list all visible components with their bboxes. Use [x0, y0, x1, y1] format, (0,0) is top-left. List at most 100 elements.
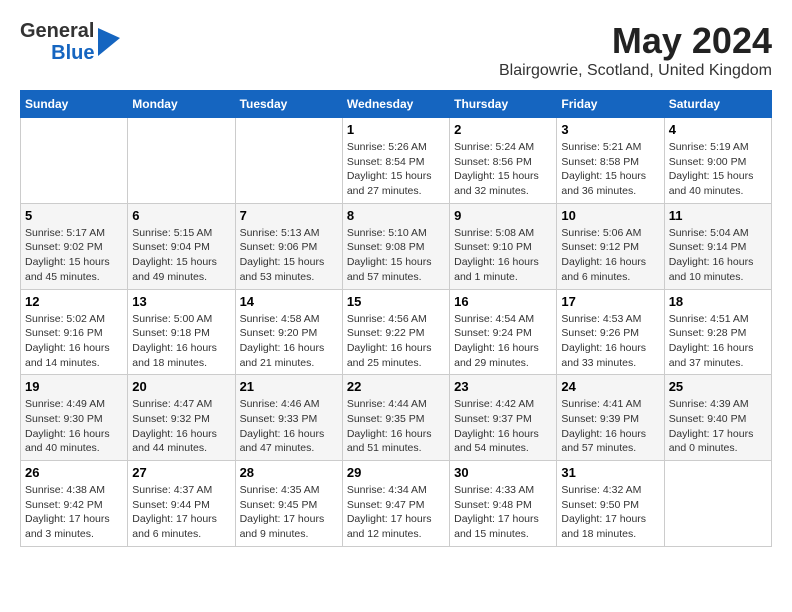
day-number: 10 — [561, 208, 659, 223]
calendar-cell: 3 Sunrise: 5:21 AM Sunset: 8:58 PM Daylig… — [557, 118, 664, 204]
day-header-tuesday: Tuesday — [235, 91, 342, 118]
day-number: 31 — [561, 465, 659, 480]
day-info: Sunrise: 4:41 AM Sunset: 9:39 PM Dayligh… — [561, 397, 659, 456]
calendar-cell: 31Sunrise: 4:32 AM Sunset: 9:50 PM Dayli… — [557, 461, 664, 547]
location: Blairgowrie, Scotland, United Kingdom — [499, 62, 772, 80]
day-number: 30 — [454, 465, 552, 480]
day-info: Sunrise: 4:56 AM Sunset: 9:22 PM Dayligh… — [347, 312, 445, 371]
day-info: Sunrise: 4:58 AM Sunset: 9:20 PM Dayligh… — [240, 312, 338, 371]
day-number: 21 — [240, 379, 338, 394]
calendar-cell: 10 Sunrise: 5:06 AM Sunset: 9:12 PM Dayli… — [557, 203, 664, 289]
logo-icon — [98, 28, 120, 56]
day-info: Sunrise: 5:00 AM Sunset: 9:18 PM Dayligh… — [132, 312, 230, 371]
calendar-cell: 22 Sunrise: 4:44 AM Sunset: 9:35 PM Dayli… — [342, 375, 449, 461]
calendar-cell: 25 Sunrise: 4:39 AM Sunset: 9:40 PM Dayli… — [664, 375, 771, 461]
day-info: Sunrise: 4:51 AM Sunset: 9:28 PM Dayligh… — [669, 312, 767, 371]
day-header-monday: Monday — [128, 91, 235, 118]
calendar-cell — [664, 461, 771, 547]
calendar-cell: 8 Sunrise: 5:10 AM Sunset: 9:08 PM Daylig… — [342, 203, 449, 289]
day-number: 20 — [132, 379, 230, 394]
logo-blue: Blue — [51, 42, 94, 64]
day-number: 18 — [669, 294, 767, 309]
day-header-saturday: Saturday — [664, 91, 771, 118]
day-info: Sunrise: 4:34 AM Sunset: 9:47 PM Dayligh… — [347, 483, 445, 542]
calendar-cell: 7 Sunrise: 5:13 AM Sunset: 9:06 PM Daylig… — [235, 203, 342, 289]
calendar-cell: 4 Sunrise: 5:19 AM Sunset: 9:00 PM Daylig… — [664, 118, 771, 204]
day-number: 23 — [454, 379, 552, 394]
month-title: May 2024 — [499, 20, 772, 62]
day-header-wednesday: Wednesday — [342, 91, 449, 118]
day-info: Sunrise: 5:10 AM Sunset: 9:08 PM Dayligh… — [347, 226, 445, 285]
calendar-cell: 12Sunrise: 5:02 AM Sunset: 9:16 PM Dayli… — [21, 289, 128, 375]
week-row-2: 5 Sunrise: 5:17 AM Sunset: 9:02 PM Daylig… — [21, 203, 772, 289]
calendar-cell: 9Sunrise: 5:08 AM Sunset: 9:10 PM Daylig… — [450, 203, 557, 289]
day-number: 19 — [25, 379, 123, 394]
calendar-cell: 6 Sunrise: 5:15 AM Sunset: 9:04 PM Daylig… — [128, 203, 235, 289]
day-info: Sunrise: 5:26 AM Sunset: 8:54 PM Dayligh… — [347, 140, 445, 199]
calendar-cell: 5 Sunrise: 5:17 AM Sunset: 9:02 PM Daylig… — [21, 203, 128, 289]
page-header: General Blue May 2024 Blairgowrie, Scotl… — [20, 20, 772, 80]
day-number: 28 — [240, 465, 338, 480]
day-number: 25 — [669, 379, 767, 394]
day-number: 1 — [347, 122, 445, 137]
day-info: Sunrise: 5:15 AM Sunset: 9:04 PM Dayligh… — [132, 226, 230, 285]
day-info: Sunrise: 4:44 AM Sunset: 9:35 PM Dayligh… — [347, 397, 445, 456]
day-number: 5 — [25, 208, 123, 223]
calendar-cell: 11 Sunrise: 5:04 AM Sunset: 9:14 PM Dayli… — [664, 203, 771, 289]
day-info: Sunrise: 4:42 AM Sunset: 9:37 PM Dayligh… — [454, 397, 552, 456]
day-number: 26 — [25, 465, 123, 480]
day-header-friday: Friday — [557, 91, 664, 118]
day-info: Sunrise: 4:49 AM Sunset: 9:30 PM Dayligh… — [25, 397, 123, 456]
day-number: 9 — [454, 208, 552, 223]
calendar-cell: 16 Sunrise: 4:54 AM Sunset: 9:24 PM Dayli… — [450, 289, 557, 375]
day-info: Sunrise: 4:38 AM Sunset: 9:42 PM Dayligh… — [25, 483, 123, 542]
day-number: 13 — [132, 294, 230, 309]
calendar-header-row: SundayMondayTuesdayWednesdayThursdayFrid… — [21, 91, 772, 118]
week-row-1: 1 Sunrise: 5:26 AM Sunset: 8:54 PM Daylig… — [21, 118, 772, 204]
day-info: Sunrise: 4:39 AM Sunset: 9:40 PM Dayligh… — [669, 397, 767, 456]
calendar-cell: 26 Sunrise: 4:38 AM Sunset: 9:42 PM Dayli… — [21, 461, 128, 547]
day-info: Sunrise: 5:17 AM Sunset: 9:02 PM Dayligh… — [25, 226, 123, 285]
day-info: Sunrise: 4:37 AM Sunset: 9:44 PM Dayligh… — [132, 483, 230, 542]
week-row-3: 12Sunrise: 5:02 AM Sunset: 9:16 PM Dayli… — [21, 289, 772, 375]
day-info: Sunrise: 4:46 AM Sunset: 9:33 PM Dayligh… — [240, 397, 338, 456]
calendar-cell — [128, 118, 235, 204]
day-info: Sunrise: 4:54 AM Sunset: 9:24 PM Dayligh… — [454, 312, 552, 371]
day-number: 22 — [347, 379, 445, 394]
day-number: 24 — [561, 379, 659, 394]
title-block: May 2024 Blairgowrie, Scotland, United K… — [499, 20, 772, 80]
day-info: Sunrise: 4:33 AM Sunset: 9:48 PM Dayligh… — [454, 483, 552, 542]
day-number: 6 — [132, 208, 230, 223]
logo-general: General — [20, 20, 94, 42]
week-row-5: 26 Sunrise: 4:38 AM Sunset: 9:42 PM Dayli… — [21, 461, 772, 547]
day-number: 11 — [669, 208, 767, 223]
day-number: 8 — [347, 208, 445, 223]
calendar-cell — [235, 118, 342, 204]
calendar-cell: 20 Sunrise: 4:47 AM Sunset: 9:32 PM Dayli… — [128, 375, 235, 461]
day-info: Sunrise: 5:21 AM Sunset: 8:58 PM Dayligh… — [561, 140, 659, 199]
day-info: Sunrise: 5:13 AM Sunset: 9:06 PM Dayligh… — [240, 226, 338, 285]
day-info: Sunrise: 5:04 AM Sunset: 9:14 PM Dayligh… — [669, 226, 767, 285]
day-number: 3 — [561, 122, 659, 137]
day-info: Sunrise: 4:47 AM Sunset: 9:32 PM Dayligh… — [132, 397, 230, 456]
day-info: Sunrise: 5:06 AM Sunset: 9:12 PM Dayligh… — [561, 226, 659, 285]
calendar-cell: 13 Sunrise: 5:00 AM Sunset: 9:18 PM Dayli… — [128, 289, 235, 375]
calendar-cell: 15Sunrise: 4:56 AM Sunset: 9:22 PM Dayli… — [342, 289, 449, 375]
day-number: 27 — [132, 465, 230, 480]
day-info: Sunrise: 4:53 AM Sunset: 9:26 PM Dayligh… — [561, 312, 659, 371]
day-number: 7 — [240, 208, 338, 223]
day-header-sunday: Sunday — [21, 91, 128, 118]
day-number: 4 — [669, 122, 767, 137]
calendar-cell: 29Sunrise: 4:34 AM Sunset: 9:47 PM Dayli… — [342, 461, 449, 547]
calendar-cell: 30 Sunrise: 4:33 AM Sunset: 9:48 PM Dayli… — [450, 461, 557, 547]
calendar-cell: 19 Sunrise: 4:49 AM Sunset: 9:30 PM Dayli… — [21, 375, 128, 461]
day-number: 14 — [240, 294, 338, 309]
calendar-cell: 14 Sunrise: 4:58 AM Sunset: 9:20 PM Dayli… — [235, 289, 342, 375]
calendar-cell: 18 Sunrise: 4:51 AM Sunset: 9:28 PM Dayli… — [664, 289, 771, 375]
week-row-4: 19 Sunrise: 4:49 AM Sunset: 9:30 PM Dayli… — [21, 375, 772, 461]
day-info: Sunrise: 4:35 AM Sunset: 9:45 PM Dayligh… — [240, 483, 338, 542]
calendar-table: SundayMondayTuesdayWednesdayThursdayFrid… — [20, 90, 772, 547]
day-info: Sunrise: 5:02 AM Sunset: 9:16 PM Dayligh… — [25, 312, 123, 371]
day-info: Sunrise: 5:19 AM Sunset: 9:00 PM Dayligh… — [669, 140, 767, 199]
day-number: 16 — [454, 294, 552, 309]
